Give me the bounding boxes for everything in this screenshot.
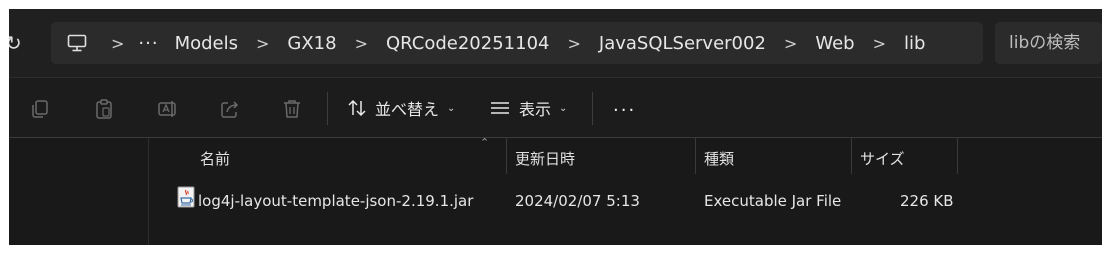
refresh-icon[interactable]: ↻ bbox=[9, 31, 22, 55]
breadcrumb-item-lib[interactable]: lib bbox=[894, 33, 935, 54]
chevron-down-icon: ⌄ bbox=[559, 102, 568, 114]
toolbar-divider bbox=[327, 92, 328, 125]
command-bar: 並べ替え ⌄ 表示 ⌄ ··· bbox=[9, 77, 1102, 138]
breadcrumb-item-javasqlserver[interactable]: JavaSQLServer002 bbox=[589, 33, 776, 54]
column-separator[interactable] bbox=[851, 138, 852, 174]
column-separator[interactable] bbox=[957, 138, 958, 174]
view-icon bbox=[491, 102, 509, 114]
java-jar-file-icon bbox=[177, 186, 195, 208]
chevron-right-icon[interactable]: > bbox=[865, 34, 894, 53]
breadcrumb-item-web[interactable]: Web bbox=[805, 33, 864, 54]
more-options-button[interactable]: ··· bbox=[613, 100, 636, 121]
sort-icon bbox=[348, 99, 366, 117]
column-header-name[interactable]: 名前 bbox=[200, 148, 230, 169]
file-modified-date: 2024/02/07 5:13 bbox=[515, 192, 640, 210]
copy-icon[interactable] bbox=[29, 98, 51, 120]
view-button[interactable]: 表示 ⌄ bbox=[489, 96, 567, 120]
this-pc-icon[interactable] bbox=[67, 34, 87, 52]
toolbar-divider bbox=[592, 92, 593, 125]
address-row: ↻ > ··· Models > GX18 > QRCode20251104 >… bbox=[9, 9, 1102, 77]
sort-label: 並べ替え bbox=[375, 100, 440, 119]
column-separator[interactable] bbox=[695, 138, 696, 174]
breadcrumb-item-qrcode[interactable]: QRCode20251104 bbox=[376, 33, 559, 54]
column-header-type[interactable]: 種類 bbox=[704, 148, 734, 169]
column-header-modified[interactable]: 更新日時 bbox=[515, 148, 575, 169]
column-header-size[interactable]: サイズ bbox=[860, 148, 905, 169]
column-separator[interactable] bbox=[506, 138, 507, 174]
breadcrumb[interactable]: > ··· Models > GX18 > QRCode20251104 > J… bbox=[51, 22, 983, 64]
file-row[interactable]: log4j-layout-template-json-2.19.1.jar 20… bbox=[149, 186, 1102, 216]
sort-ascending-icon: ⌃ bbox=[480, 136, 490, 149]
breadcrumb-item-models[interactable]: Models bbox=[165, 33, 248, 54]
file-size: 226 KB bbox=[900, 192, 954, 210]
chevron-right-icon[interactable]: > bbox=[248, 34, 277, 53]
share-icon[interactable] bbox=[219, 98, 241, 120]
file-name[interactable]: log4j-layout-template-json-2.19.1.jar bbox=[198, 192, 473, 210]
chevron-right-icon[interactable]: > bbox=[347, 34, 376, 53]
delete-icon[interactable] bbox=[281, 98, 303, 120]
sort-button[interactable]: 並べ替え ⌄ bbox=[347, 96, 455, 120]
chevron-right-icon[interactable]: > bbox=[559, 34, 588, 53]
file-explorer-window: ↻ > ··· Models > GX18 > QRCode20251104 >… bbox=[9, 9, 1102, 245]
breadcrumb-item-gx18[interactable]: GX18 bbox=[277, 33, 346, 54]
view-label: 表示 bbox=[519, 100, 552, 119]
chevron-down-icon: ⌄ bbox=[447, 102, 456, 114]
chevron-right-icon[interactable]: > bbox=[776, 34, 805, 53]
breadcrumb-overflow[interactable]: ··· bbox=[132, 33, 164, 54]
rename-icon[interactable] bbox=[157, 98, 179, 120]
column-header-row: ⌃ 名前 更新日時 種類 サイズ bbox=[149, 136, 1102, 174]
paste-icon[interactable] bbox=[93, 98, 115, 120]
file-list-area: ⌃ 名前 更新日時 種類 サイズ log4j-layout-template-j… bbox=[9, 136, 1102, 245]
file-type: Executable Jar File bbox=[704, 192, 842, 210]
search-input[interactable]: libの検索 bbox=[995, 22, 1102, 64]
chevron-right-icon[interactable]: > bbox=[103, 34, 132, 53]
